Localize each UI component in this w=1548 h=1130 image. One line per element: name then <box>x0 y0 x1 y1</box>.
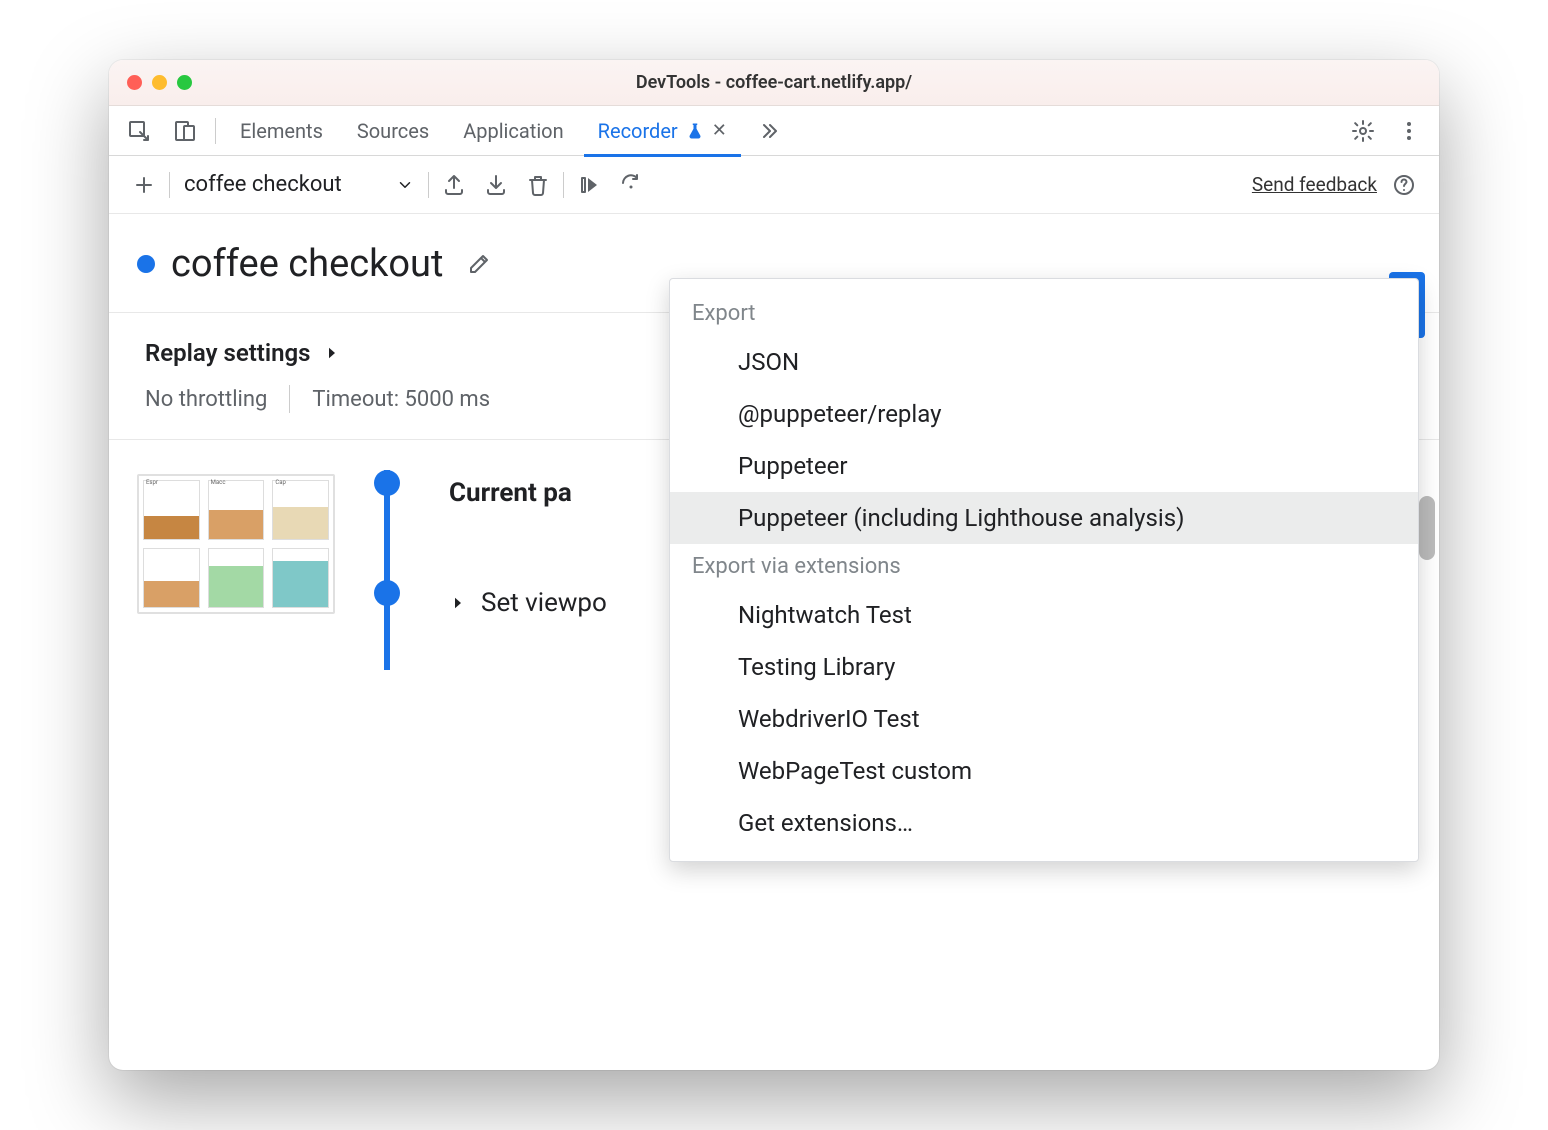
recording-title: coffee checkout <box>171 242 443 286</box>
step-label: Set viewpo <box>481 588 607 618</box>
send-feedback-link[interactable]: Send feedback <box>1252 173 1377 196</box>
separator <box>428 172 429 198</box>
edit-title-icon[interactable] <box>459 244 499 284</box>
separator <box>289 385 290 413</box>
tab-application[interactable]: Application <box>449 106 577 156</box>
replay-slow-icon[interactable] <box>610 165 652 205</box>
separator <box>563 172 564 198</box>
export-get-extensions[interactable]: Get extensions… <box>670 797 1418 849</box>
export-puppeteer-replay[interactable]: @puppeteer/replay <box>670 388 1418 440</box>
close-window-button[interactable] <box>127 75 142 90</box>
step-over-icon[interactable] <box>568 165 610 205</box>
scrollbar-thumb[interactable] <box>1419 496 1435 560</box>
separator <box>215 118 216 144</box>
traffic-lights <box>127 75 192 90</box>
chevron-right-icon <box>323 344 341 362</box>
chevron-down-icon <box>396 176 414 194</box>
settings-icon[interactable] <box>1343 111 1383 151</box>
devtools-tabs-bar: Elements Sources Application Recorder ✕ <box>109 106 1439 156</box>
new-recording-icon[interactable] <box>123 165 165 205</box>
replay-settings-label: Replay settings <box>145 339 311 367</box>
tab-sources[interactable]: Sources <box>343 106 443 156</box>
tab-label: Sources <box>357 119 429 143</box>
import-icon[interactable] <box>475 165 517 205</box>
window-title: DevTools - coffee-cart.netlify.app/ <box>109 72 1439 93</box>
export-menu: Export JSON @puppeteer/replay Puppeteer … <box>669 278 1419 862</box>
help-icon[interactable] <box>1383 165 1425 205</box>
tab-label: Application <box>463 119 563 143</box>
throttling-value[interactable]: No throttling <box>145 387 267 412</box>
more-options-icon[interactable] <box>1389 111 1429 151</box>
more-tabs-icon[interactable] <box>747 111 787 151</box>
export-testing-library[interactable]: Testing Library <box>670 641 1418 693</box>
delete-icon[interactable] <box>517 165 559 205</box>
flask-icon <box>686 122 704 140</box>
step-label: Current pa <box>449 478 572 508</box>
window-titlebar: DevTools - coffee-cart.netlify.app/ <box>109 60 1439 106</box>
page-thumbnail: Espr Macc Cap <box>137 474 335 614</box>
export-extensions-label: Export via extensions <box>670 544 1418 589</box>
export-webpagetest[interactable]: WebPageTest custom <box>670 745 1418 797</box>
tab-label: Recorder <box>598 119 678 143</box>
timeline-dot <box>374 580 400 606</box>
maximize-window-button[interactable] <box>177 75 192 90</box>
export-nightwatch[interactable]: Nightwatch Test <box>670 589 1418 641</box>
recording-status-dot <box>137 255 155 273</box>
separator <box>169 172 170 198</box>
export-puppeteer[interactable]: Puppeteer <box>670 440 1418 492</box>
devtools-window: DevTools - coffee-cart.netlify.app/ Elem… <box>109 60 1439 1070</box>
close-tab-icon[interactable]: ✕ <box>712 120 727 141</box>
step-current-page[interactable]: Current pa <box>449 478 572 508</box>
minimize-window-button[interactable] <box>152 75 167 90</box>
recorder-toolbar: coffee checkout Send feedback <box>109 156 1439 214</box>
inspect-element-icon[interactable] <box>119 111 159 151</box>
dropdown-label: coffee checkout <box>184 172 342 197</box>
chevron-right-icon <box>449 594 467 612</box>
device-toolbar-icon[interactable] <box>165 111 205 151</box>
step-set-viewport[interactable]: Set viewpo <box>449 588 607 618</box>
tab-recorder[interactable]: Recorder ✕ <box>584 106 741 156</box>
tab-elements[interactable]: Elements <box>226 106 337 156</box>
export-webdriverio[interactable]: WebdriverIO Test <box>670 693 1418 745</box>
recording-dropdown[interactable]: coffee checkout <box>174 172 424 197</box>
step-timeline <box>384 470 390 670</box>
export-json[interactable]: JSON <box>670 336 1418 388</box>
export-icon[interactable] <box>433 165 475 205</box>
timeout-value[interactable]: Timeout: 5000 ms <box>312 387 490 412</box>
tab-label: Elements <box>240 119 323 143</box>
export-section-label: Export <box>670 291 1418 336</box>
timeline-dot <box>374 470 400 496</box>
export-puppeteer-lighthouse[interactable]: Puppeteer (including Lighthouse analysis… <box>670 492 1418 544</box>
